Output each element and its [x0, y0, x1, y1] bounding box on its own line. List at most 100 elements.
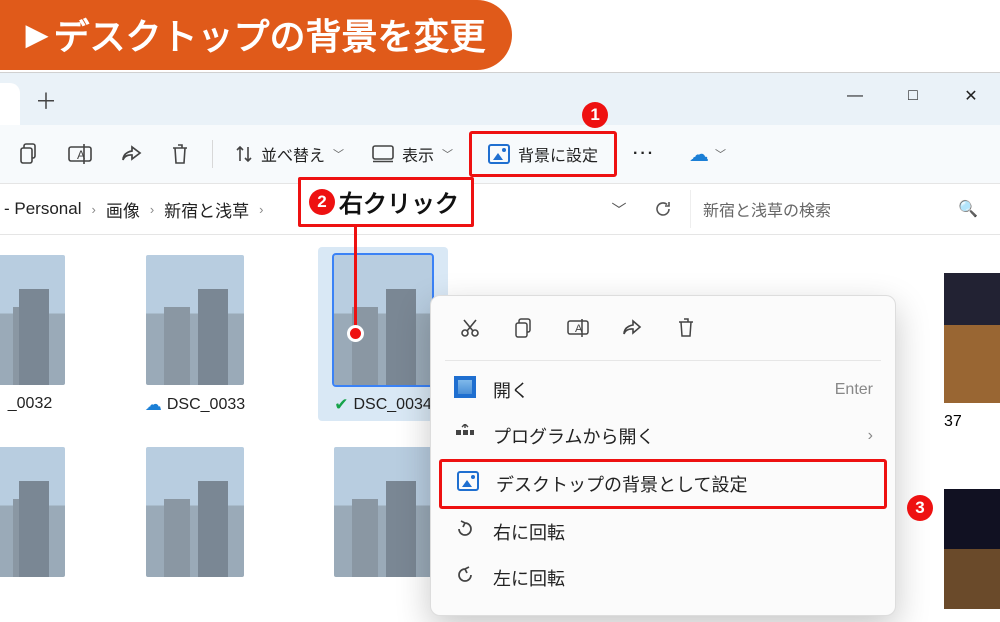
file-item-selected[interactable]: ✔DSC_0034	[318, 247, 448, 421]
file-name: 37	[944, 413, 962, 430]
callout-2-text: 右クリック	[339, 184, 459, 219]
cut-button[interactable]	[447, 308, 493, 348]
view-button[interactable]: 表示 ﹀	[360, 134, 465, 174]
file-name: DSC_0033	[167, 396, 245, 414]
file-item[interactable]: _0032	[0, 255, 72, 421]
file-name: DSC_0034	[353, 396, 431, 414]
background-icon	[488, 144, 510, 164]
separator	[212, 140, 213, 168]
file-item[interactable]	[0, 447, 72, 587]
thumbnail-image	[146, 255, 244, 385]
shortcut-hint: Enter	[835, 381, 873, 399]
chevron-right-icon: ›	[150, 202, 154, 217]
set-background-label: 背景に設定	[518, 142, 598, 166]
rename-button[interactable]: A	[56, 134, 104, 174]
rename-icon: A	[68, 144, 92, 164]
play-triangle-icon: ▶	[26, 18, 48, 51]
refresh-button[interactable]	[646, 192, 680, 226]
tutorial-banner: ▶ デスクトップの背景を変更	[0, 0, 512, 70]
file-name: _0032	[8, 395, 53, 413]
cloud-status-icon: ☁	[145, 395, 162, 415]
file-item[interactable]	[130, 447, 260, 587]
menu-rotate-left-label: 左に回転	[493, 565, 565, 591]
callout-3: 3	[907, 495, 933, 521]
thumbnail-image	[0, 447, 65, 577]
share-button[interactable]	[609, 308, 655, 348]
context-quick-actions: A	[439, 306, 887, 358]
breadcrumb-root[interactable]: - Personal	[4, 199, 81, 219]
callout-1: 1	[582, 102, 608, 128]
file-item[interactable]: ☁ DSC_0033	[130, 255, 260, 421]
refresh-icon	[654, 200, 672, 218]
menu-open[interactable]: 開く Enter	[439, 367, 887, 413]
thumbnail-image	[334, 447, 432, 577]
menu-rotate-right-label: 右に回転	[493, 519, 565, 545]
history-dropdown[interactable]: ﹀	[602, 192, 636, 226]
callout-2-label: 2 右クリック	[298, 177, 474, 227]
thumbnail-image	[0, 255, 65, 385]
rename-button[interactable]: A	[555, 308, 601, 348]
copy-button[interactable]	[501, 308, 547, 348]
rotate-left-icon	[453, 565, 477, 591]
menu-open-label: 開く	[493, 377, 529, 403]
address-bar-row: - Personal › 画像 › 新宿と浅草 › ﹀ 新宿と浅草の検索 🔍	[0, 183, 1000, 235]
toolbar: A 並べ替え ﹀ 表示 ﹀ 1 背景に設定 ··· ☁ ﹀	[0, 125, 1000, 183]
breadcrumb-item[interactable]: 画像	[106, 197, 140, 222]
maximize-button[interactable]: □	[884, 73, 942, 119]
background-icon	[456, 471, 480, 497]
rotate-right-icon	[453, 519, 477, 545]
breadcrumb[interactable]: - Personal › 画像 › 新宿と浅草 ›	[0, 197, 592, 222]
sort-button[interactable]: 並べ替え ﹀	[223, 134, 356, 174]
menu-set-desktop-background[interactable]: デスクトップの背景として設定	[439, 459, 887, 509]
tab-edge	[0, 83, 20, 125]
more-button[interactable]: ···	[621, 134, 667, 174]
share-icon	[120, 144, 142, 164]
context-menu: A 開く Enter プログラムから開く › デスクトップの背景として設定 右に…	[430, 295, 896, 616]
chevron-down-icon: ﹀	[333, 146, 344, 162]
thumbnail-image	[146, 447, 244, 577]
menu-rotate-right[interactable]: 右に回転	[439, 509, 887, 555]
view-label: 表示	[402, 142, 434, 166]
sort-label: 並べ替え	[261, 142, 325, 166]
chevron-right-icon: ›	[259, 202, 263, 217]
menu-open-with-label: プログラムから開く	[493, 423, 654, 449]
file-item[interactable]	[944, 489, 1000, 609]
callout-2: 2	[309, 189, 335, 215]
trash-icon	[170, 143, 190, 165]
breadcrumb-item[interactable]: 新宿と浅草	[164, 197, 249, 222]
search-input[interactable]: 新宿と浅草の検索 🔍	[690, 190, 990, 228]
sort-icon	[235, 144, 253, 164]
minimize-button[interactable]: —	[826, 73, 884, 119]
menu-rotate-left[interactable]: 左に回転	[439, 555, 887, 601]
copy-button[interactable]	[8, 134, 52, 174]
share-icon	[622, 319, 642, 337]
menu-separator	[445, 360, 881, 361]
titlebar: ＋ — □ ✕	[0, 73, 1000, 125]
cut-icon	[460, 318, 480, 338]
banner-title: デスクトップの背景を変更	[54, 8, 486, 60]
chevron-right-icon: ›	[91, 202, 95, 217]
thumbnail-image	[944, 489, 1000, 609]
menu-open-with[interactable]: プログラムから開く ›	[439, 413, 887, 459]
set-background-button[interactable]: 1 背景に設定	[469, 131, 617, 177]
view-icon	[372, 145, 394, 163]
file-item[interactable]	[318, 447, 448, 587]
file-item[interactable]: 37	[944, 273, 1000, 431]
trash-icon	[677, 318, 695, 338]
menu-set-desktop-label: デスクトップの背景として設定	[496, 471, 747, 497]
cloud-icon: ☁	[689, 142, 709, 167]
open-icon	[453, 376, 477, 404]
more-icon: ···	[633, 145, 655, 163]
rename-icon: A	[567, 319, 589, 337]
search-placeholder: 新宿と浅草の検索	[703, 197, 831, 221]
onedrive-status[interactable]: ☁ ﹀	[689, 142, 726, 167]
copy-icon	[20, 143, 40, 165]
thumbnail-image	[944, 273, 1000, 403]
delete-button[interactable]	[663, 308, 709, 348]
open-with-icon	[453, 424, 477, 448]
delete-button[interactable]	[158, 134, 202, 174]
new-tab-button[interactable]: ＋	[20, 79, 72, 121]
search-icon: 🔍	[958, 199, 978, 219]
close-button[interactable]: ✕	[942, 73, 1000, 119]
share-button[interactable]	[108, 134, 154, 174]
